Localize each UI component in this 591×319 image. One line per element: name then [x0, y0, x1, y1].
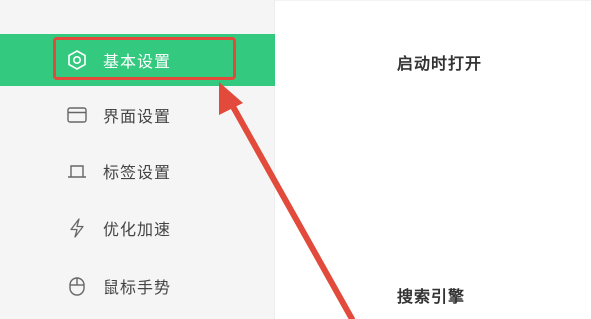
- sidebar-item-basic-settings[interactable]: 基本设置: [0, 34, 275, 86]
- sidebar-item-label: 优化加速: [103, 220, 172, 239]
- sidebar-item-label: 标签设置: [103, 163, 172, 182]
- tab-icon: [68, 165, 86, 178]
- lightning-icon: [70, 218, 84, 238]
- section-title-startup: 启动时打开: [397, 54, 483, 73]
- sidebar-item-mouse-gestures[interactable]: 鼠标手势: [0, 260, 275, 312]
- settings-sidebar: 基本设置 界面设置 标签设置 优化加速 鼠标手势: [0, 0, 275, 319]
- sidebar-item-label: 基本设置: [103, 52, 172, 71]
- sidebar-item-tab-settings[interactable]: 标签设置: [0, 145, 275, 197]
- sidebar-item-label: 鼠标手势: [103, 278, 172, 297]
- sidebar-item-optimize-speed[interactable]: 优化加速: [0, 202, 275, 254]
- section-title-search-engine: 搜索引擎: [397, 287, 466, 306]
- sidebar-item-label: 界面设置: [103, 107, 172, 126]
- settings-hexagon-icon: [68, 50, 86, 70]
- mouse-icon: [69, 277, 85, 296]
- sidebar-item-interface-settings[interactable]: 界面设置: [0, 89, 275, 141]
- window-icon: [67, 107, 87, 123]
